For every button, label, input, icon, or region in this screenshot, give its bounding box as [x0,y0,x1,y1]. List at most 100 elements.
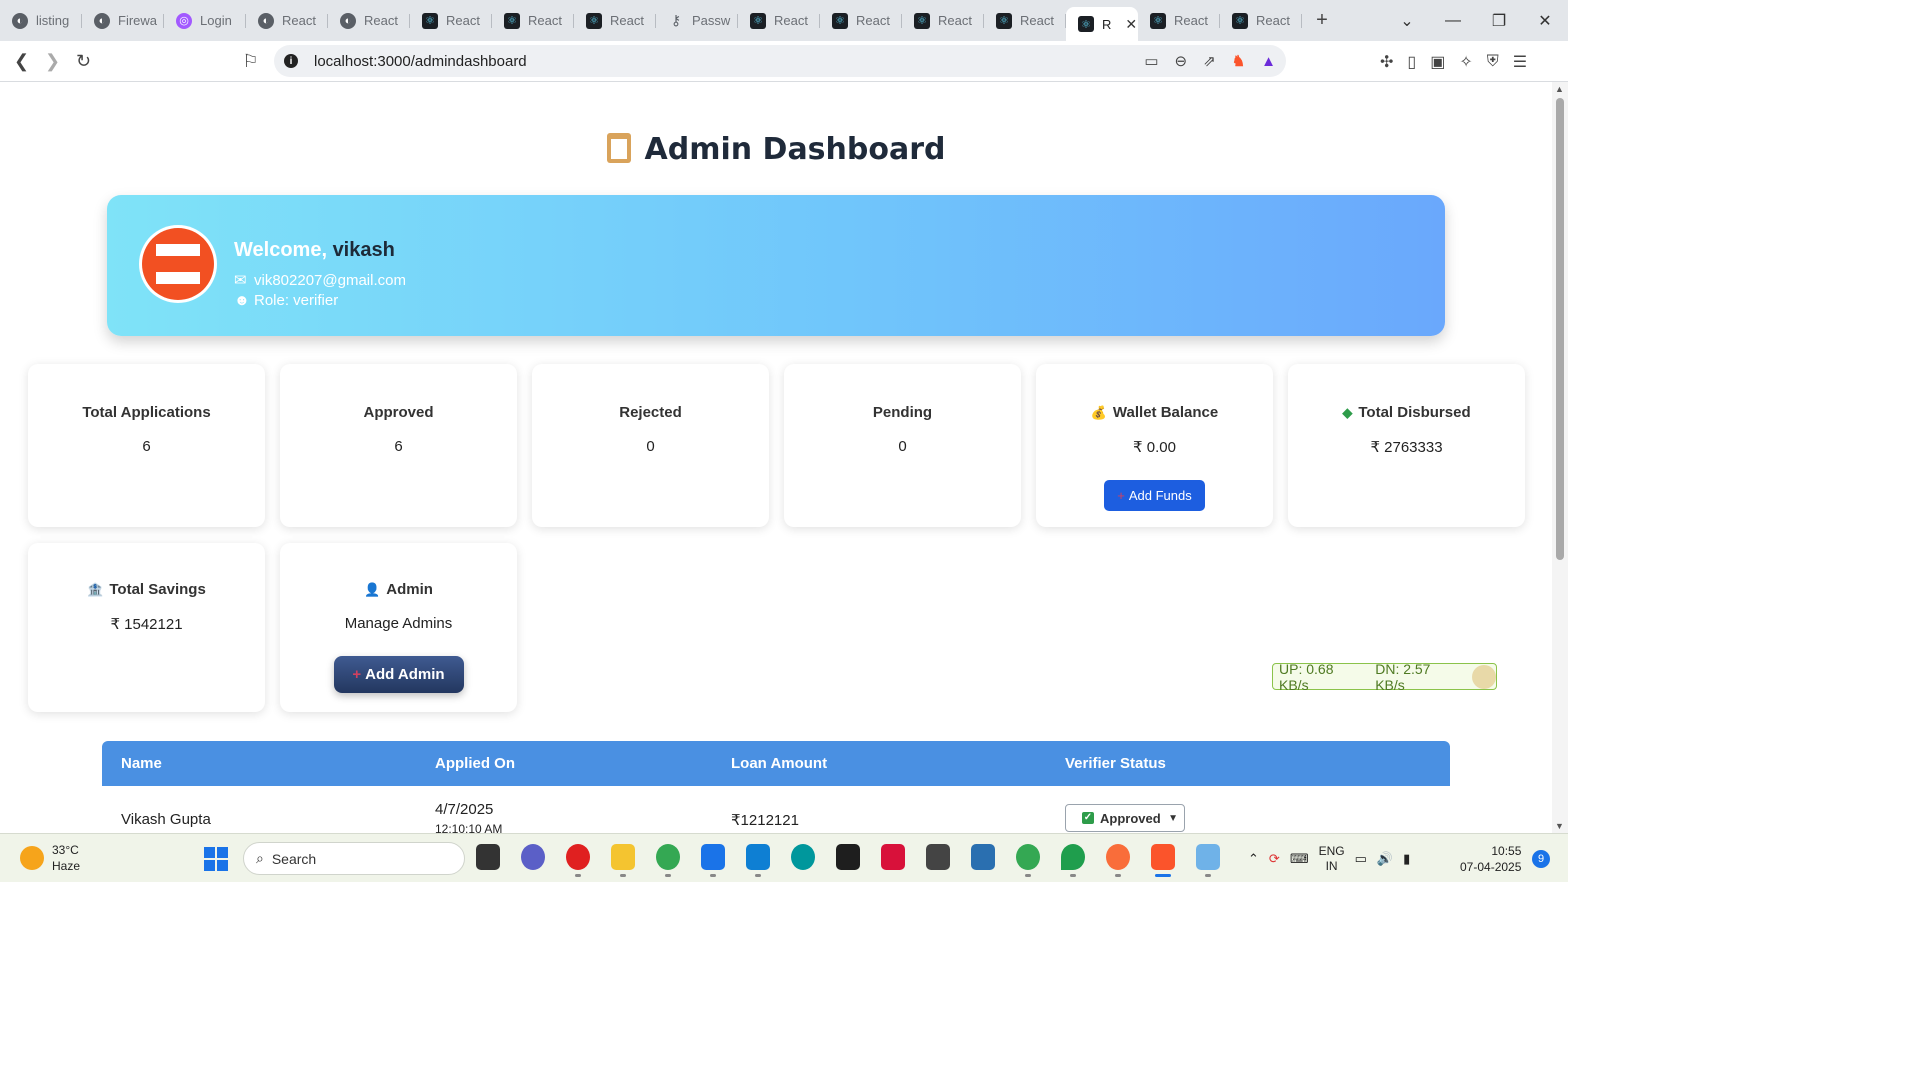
language-indicator[interactable]: ENG IN [1319,844,1345,874]
tab-react-10[interactable]: ⚛ React [1138,6,1220,36]
language-code: ENG [1318,843,1345,858]
card-title: Approved [363,404,434,421]
task-view-icon[interactable] [476,844,500,870]
mongodb-icon[interactable] [1061,844,1085,877]
sync-icon[interactable]: ⟳ [1269,851,1280,867]
card-title-text: Total Disbursed [1358,404,1471,421]
tab-react-4[interactable]: ⚛ React [492,6,574,36]
notification-badge[interactable]: 9 [1532,850,1550,868]
tab-login[interactable]: ◎ Login [164,6,246,36]
arduino-icon[interactable] [791,844,815,870]
card-value: ₹ 1542121 [110,616,183,633]
tab-react-6[interactable]: ⚛ React [738,6,820,36]
taskbar-search[interactable]: ⌕ Search [243,842,465,875]
welcome-greeting: Welcome, [234,239,327,261]
tab-listing[interactable]: ◐ listing [0,6,82,36]
opera-icon[interactable] [566,844,590,877]
vpn-icon[interactable]: ⛨ [1487,53,1499,71]
snipping-tool-icon[interactable] [1196,844,1220,877]
page-scrollbar[interactable]: ▲ ▼ [1552,82,1568,833]
back-icon[interactable]: ❮ [6,51,37,72]
tab-react-5[interactable]: ⚛ React [574,6,656,36]
keyboard-icon[interactable]: ⌨ [1290,851,1309,867]
zoom-icon[interactable]: ⊖ [1175,52,1188,70]
extensions-icon[interactable]: ✣ [1380,52,1393,72]
tab-passwords[interactable]: ⚷ Passw [656,6,738,36]
scroll-up-icon[interactable]: ▲ [1555,84,1564,94]
autocad-icon[interactable] [881,844,905,870]
wallet-icon[interactable]: ▣ [1430,52,1445,72]
leo-ai-icon[interactable]: ✧ [1459,52,1472,72]
network-icon[interactable]: ▭ [1355,851,1367,867]
globe-icon: ◐ [258,12,274,29]
new-tab-button[interactable]: + [1302,9,1342,32]
close-tab-icon[interactable]: ✕ [1125,16,1137,33]
start-button[interactable] [204,847,228,871]
plus-icon: + [1117,488,1125,503]
battery-icon[interactable]: ▮ [1403,851,1410,867]
tab-list-icon[interactable]: ⌄ [1384,11,1430,31]
cell-loan-amount: ₹1212121 [731,812,799,829]
brave-shields-icon[interactable]: ♞ [1232,52,1245,70]
postman-icon[interactable] [1106,844,1130,877]
verifier-status-select[interactable]: ✓ Approved ▼ [1065,804,1185,832]
brave-icon[interactable] [1151,844,1175,877]
app-icon[interactable] [926,844,950,870]
card-pending: Pending 0 [784,364,1021,527]
menu-icon[interactable]: ☰ [1513,52,1527,72]
search-icon: ⌕ [256,850,264,866]
tab-react-1[interactable]: ◐ React [246,6,328,36]
weather-widget[interactable]: 33°C Haze [20,842,80,874]
meet-icon[interactable] [521,844,545,870]
volume-icon[interactable]: 🔊 [1377,851,1393,867]
globe-icon: ◐ [94,12,110,29]
card-title: 👤 Admin [280,581,517,598]
add-admin-button[interactable]: + Add Admin [333,656,464,693]
brave-rewards-icon[interactable]: ▲ [1261,53,1276,70]
sketchup-icon[interactable] [971,844,995,870]
scroll-down-icon[interactable]: ▼ [1555,821,1564,831]
vscode-icon[interactable] [746,844,770,877]
tab-react-2[interactable]: ◐ React [328,6,410,36]
tab-react-7[interactable]: ⚛ React [820,6,902,36]
card-title: 💰 Wallet Balance [1036,404,1273,421]
table-row: Vikash Gupta 4/7/2025 12:10:10 AM ₹12121… [102,786,1450,833]
minimize-icon[interactable]: — [1430,12,1476,30]
sidebar-icon[interactable]: ▯ [1407,52,1416,72]
tab-react-8[interactable]: ⚛ React [902,6,984,36]
tab-label: React [610,13,644,28]
address-bar[interactable]: i localhost:3000/admindashboard ▭ ⊖ ⇗ ♞ … [274,45,1286,77]
restore-icon[interactable]: ❐ [1476,11,1522,31]
card-total-applications: Total Applications 6 [28,364,265,527]
chrome-profile-icon[interactable] [1016,844,1040,877]
cast-icon[interactable]: ▭ [1144,52,1158,70]
share-icon[interactable]: ⇗ [1203,52,1216,70]
bookmark-icon[interactable]: ⚐ [235,51,266,72]
tab-label: React [1256,13,1290,28]
tab-label: Passw [692,13,731,28]
tab-firewall[interactable]: ◐ Firewa [82,6,164,36]
user-name: vikash [332,239,395,261]
show-hidden-icons[interactable]: ⌃ [1248,851,1259,867]
tab-react-11[interactable]: ⚛ React [1220,6,1302,36]
tab-active[interactable]: ⚛ R ✕ [1066,7,1138,41]
tab-react-3[interactable]: ⚛ React [410,6,492,36]
file-explorer-icon[interactable] [611,844,635,877]
url-text[interactable]: localhost:3000/admindashboard [314,53,527,70]
site-info-icon[interactable]: i [284,54,298,68]
user-cog-icon: ☻ [234,292,250,309]
column-header-verifier-status: Verifier Status [1065,755,1166,772]
scrollbar-thumb[interactable] [1556,98,1564,560]
clock[interactable]: 10:55 07-04-2025 [1460,843,1521,875]
store-icon[interactable] [701,844,725,877]
tab-react-9[interactable]: ⚛ React [984,6,1066,36]
close-window-icon[interactable]: ✕ [1522,11,1568,31]
key-icon: ⚷ [670,12,682,28]
forward-icon[interactable]: ❯ [37,51,68,72]
search-placeholder: Search [271,850,317,867]
react-icon: ⚛ [422,12,438,29]
reload-icon[interactable]: ↻ [68,51,99,72]
figma-icon[interactable] [836,844,860,870]
add-funds-button[interactable]: + Add Funds [1104,480,1205,511]
chrome-icon[interactable] [656,844,680,877]
